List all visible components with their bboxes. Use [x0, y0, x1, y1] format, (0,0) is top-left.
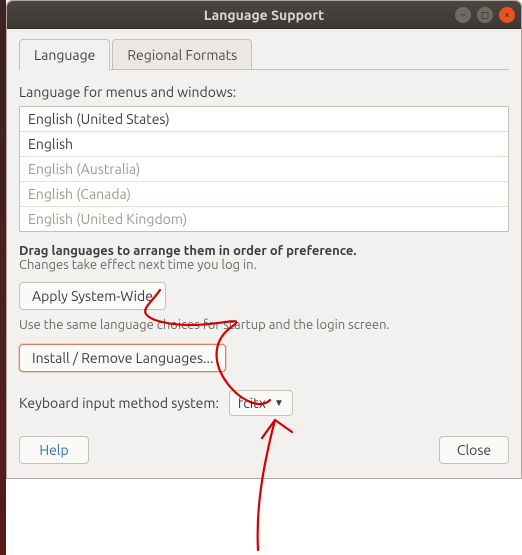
tab-label: Regional Formats — [127, 47, 237, 63]
chevron-down-icon: ▼ — [274, 397, 284, 409]
help-button[interactable]: Help — [19, 436, 89, 464]
button-label: Help — [39, 442, 68, 458]
maximize-button[interactable]: ◻ — [477, 7, 493, 23]
titlebar[interactable]: Language Support – ◻ × — [7, 1, 521, 29]
list-item[interactable]: English (Canada) — [20, 182, 508, 207]
apply-caption: Use the same language choices for startu… — [19, 318, 509, 332]
minimize-button[interactable]: – — [455, 7, 471, 23]
tab-bar: Language Regional Formats — [19, 39, 509, 70]
drag-hint: Drag languages to arrange them in order … — [19, 244, 509, 258]
window-controls: – ◻ × — [455, 7, 515, 23]
apply-system-wide-button[interactable]: Apply System-Wide — [19, 282, 166, 310]
keyboard-method-label: Keyboard input method system: — [19, 395, 219, 411]
keyboard-method-select[interactable]: fcitx ▼ — [229, 390, 293, 416]
button-label: Apply System-Wide — [32, 288, 153, 304]
tab-label: Language — [34, 47, 95, 63]
button-label: Install / Remove Languages... — [32, 350, 213, 366]
list-item[interactable]: English (United Kingdom) — [20, 207, 508, 231]
tab-language[interactable]: Language — [19, 39, 110, 69]
desktop-edge — [0, 0, 6, 555]
close-window-button[interactable]: × — [499, 7, 515, 23]
button-label: Close — [457, 442, 491, 458]
close-button[interactable]: Close — [439, 436, 509, 464]
drag-hint-sub: Changes take effect next time you log in… — [19, 258, 509, 272]
list-item[interactable]: English (Australia) — [20, 157, 508, 182]
install-remove-languages-button[interactable]: Install / Remove Languages... — [19, 344, 226, 372]
select-value: fcitx — [238, 395, 266, 411]
window: Language Support – ◻ × Language Regional… — [6, 0, 522, 479]
language-list-label: Language for menus and windows: — [19, 84, 509, 100]
language-list[interactable]: English (United States) English English … — [19, 106, 509, 232]
dialog-footer: Help Close — [19, 436, 509, 464]
keyboard-method-row: Keyboard input method system: fcitx ▼ — [19, 390, 509, 416]
window-content: Language Regional Formats Language for m… — [7, 29, 521, 476]
list-item[interactable]: English — [20, 132, 508, 157]
list-item[interactable]: English (United States) — [20, 107, 508, 132]
window-title: Language Support — [7, 7, 521, 23]
tab-regional-formats[interactable]: Regional Formats — [112, 39, 252, 69]
